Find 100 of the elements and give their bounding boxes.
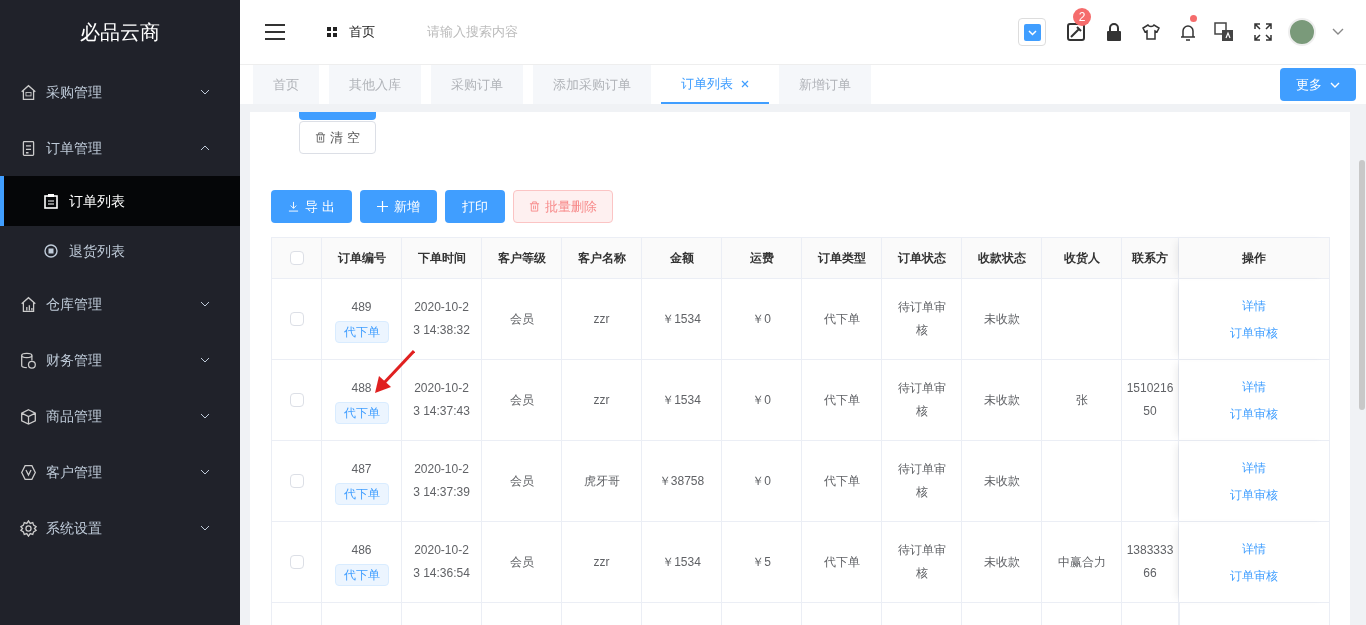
chevron-down-icon xyxy=(200,525,210,531)
column-header[interactable]: 收货人 xyxy=(1042,238,1122,278)
table-cell-text: 487 xyxy=(351,460,372,478)
table-cell-text: 代下单 xyxy=(823,310,860,328)
table-cell-text: 未收款 xyxy=(983,391,1020,409)
circle-icon xyxy=(44,243,58,259)
coins-icon xyxy=(20,351,37,369)
lock-icon[interactable] xyxy=(1106,23,1122,41)
chevron-down-icon xyxy=(200,413,210,419)
translate-icon[interactable] xyxy=(1214,22,1234,42)
table-cell-text: 中赢合力 xyxy=(1057,553,1106,571)
table-cell-text: 138333366 xyxy=(1126,542,1174,582)
table-cell-text: zzr xyxy=(593,310,610,328)
table-cell-text: 张 xyxy=(1075,391,1088,409)
table-cell-text: ￥1534 xyxy=(662,553,701,571)
table-cell-text: ￥38758 xyxy=(658,472,705,490)
column-header[interactable]: 收款状态 xyxy=(962,238,1042,278)
column-header[interactable]: 金额 xyxy=(642,238,722,278)
table-cell-text: 会员 xyxy=(509,391,534,409)
trash-icon xyxy=(528,201,540,212)
avatar[interactable] xyxy=(1288,18,1316,46)
chevron-down-icon xyxy=(1330,81,1340,88)
table-cell-text: 会员 xyxy=(509,472,534,490)
submenu-item[interactable]: 退货列表 xyxy=(0,226,240,276)
table-cell-text: zzr xyxy=(593,553,610,571)
table-cell-text: 代下单 xyxy=(823,553,860,571)
table-cell-text: 488 xyxy=(351,379,372,397)
chevron-down-icon xyxy=(200,469,210,475)
table-cell-text: ￥0 xyxy=(752,472,771,490)
table-cell-text: ￥5 xyxy=(752,553,771,571)
sidebar-item[interactable]: 系统设置 xyxy=(0,500,240,556)
table-cell-text: ￥1534 xyxy=(662,391,701,409)
checkbox[interactable] xyxy=(289,393,304,407)
sidebar-item[interactable]: 商品管理 xyxy=(0,388,240,444)
table-cell-text: 会员 xyxy=(509,553,534,571)
table-cell-text: 代下单 xyxy=(823,472,860,490)
chevron-down-icon xyxy=(200,357,210,363)
plus-icon xyxy=(376,201,388,212)
table-cell-text: 未收款 xyxy=(983,472,1020,490)
chevron-down-icon xyxy=(1023,23,1041,41)
sidebar-item[interactable]: 采购管理 xyxy=(0,64,240,120)
dropdown-toggle[interactable] xyxy=(1018,18,1046,46)
fullscreen-icon[interactable] xyxy=(1254,23,1272,41)
table-cell-text: ￥1534 xyxy=(662,310,701,328)
tools-icon[interactable] xyxy=(1066,22,1086,42)
menu-icon[interactable] xyxy=(265,24,285,40)
submenu-item[interactable]: 订单列表 xyxy=(0,176,240,226)
chevron-up-icon xyxy=(200,145,210,151)
settings-icon xyxy=(20,519,37,537)
search-field[interactable]: 请输入搜索内容 xyxy=(427,22,647,42)
sidebar-item[interactable]: 仓库管理 xyxy=(0,276,240,332)
table-cell-text: 待订单审核 xyxy=(896,380,947,420)
column-header[interactable]: 订单状态 xyxy=(882,238,962,278)
checkbox[interactable] xyxy=(289,251,304,265)
warehouse-icon xyxy=(20,295,37,313)
column-header[interactable]: 订单编号 xyxy=(322,238,402,278)
table-cell-text: 待订单审核 xyxy=(896,542,947,582)
column-header[interactable]: 客户等级 xyxy=(482,238,562,278)
checkbox[interactable] xyxy=(289,474,304,488)
checkbox[interactable] xyxy=(289,555,304,569)
table-cell-text: 未收款 xyxy=(983,553,1020,571)
column-header[interactable]: 订单类型 xyxy=(802,238,882,278)
table-cell-text: 代下单 xyxy=(823,391,860,409)
table-cell-text: zzr xyxy=(593,391,610,409)
clear-button[interactable]: 清 空 xyxy=(299,121,376,154)
house-icon xyxy=(20,83,37,101)
scrollbar[interactable] xyxy=(1359,160,1365,410)
box-icon xyxy=(20,407,37,425)
table-cell-text: ￥0 xyxy=(752,391,771,409)
sidebar-item[interactable]: 客户管理 xyxy=(0,444,240,500)
sidebar-item[interactable]: 订单管理 xyxy=(0,120,240,176)
column-header[interactable]: 下单时间 xyxy=(402,238,482,278)
chevron-down-icon xyxy=(200,301,210,307)
column-header[interactable]: 操作 xyxy=(1179,238,1329,278)
close-icon[interactable] xyxy=(741,79,749,88)
grid-icon xyxy=(327,27,337,37)
breadcrumb-item[interactable]: 首页 xyxy=(349,22,375,42)
sidebar-item[interactable]: 财务管理 xyxy=(0,332,240,388)
notification-badge: 2 xyxy=(1073,8,1091,26)
table-cell-text: 151021650 xyxy=(1126,380,1174,420)
column-header[interactable]: 运费 xyxy=(722,238,802,278)
table-cell-text: 会员 xyxy=(509,310,534,328)
order-tag: 代下单 xyxy=(334,482,389,505)
table-cell-text: 虎牙哥 xyxy=(583,472,620,490)
order-tag: 代下单 xyxy=(334,563,389,586)
download-icon xyxy=(288,201,299,212)
checkbox[interactable] xyxy=(289,312,304,326)
annotation-arrow xyxy=(373,350,415,394)
column-header[interactable]: 客户名称 xyxy=(562,238,642,278)
bell-icon[interactable] xyxy=(1180,23,1196,41)
clipboard-icon xyxy=(44,193,58,209)
shirt-icon[interactable] xyxy=(1142,24,1160,40)
column-header[interactable]: 联系方 xyxy=(1122,238,1179,278)
trash-icon xyxy=(315,132,327,143)
table-cell-text: 486 xyxy=(351,541,372,559)
app-logo: 必品云商 xyxy=(80,20,160,45)
chevron-down-icon xyxy=(200,89,210,95)
table-cell-text: 2020-10-23 14:37:39 xyxy=(412,461,471,501)
chevron-down-icon[interactable] xyxy=(1332,28,1344,36)
order-tag: 代下单 xyxy=(334,320,389,343)
